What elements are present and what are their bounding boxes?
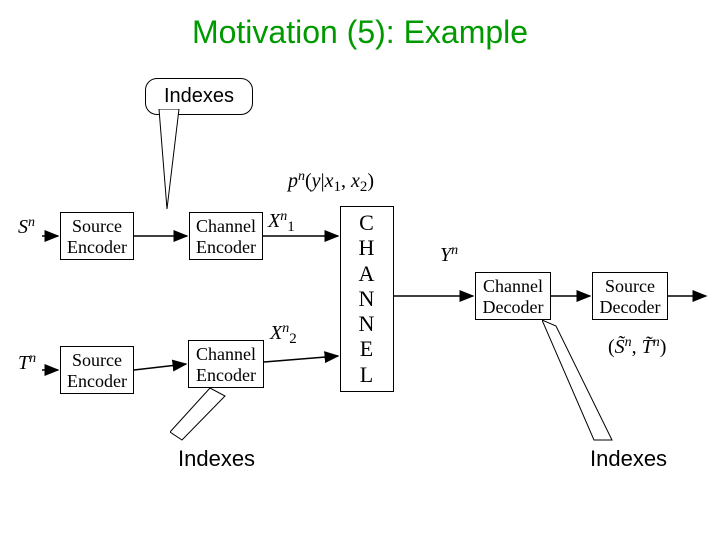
label-X1n: Xn1 xyxy=(268,210,295,233)
channel-encoder-1: ChannelEncoder xyxy=(189,212,263,260)
channel-box: CHANNEL xyxy=(340,206,394,392)
callout-indexes-bottom-left: Indexes xyxy=(160,440,273,478)
label-conditional: pn(y|x1, x2) xyxy=(288,170,374,193)
page-title: Motivation (5): Example xyxy=(0,14,720,51)
label-Sn: Sn xyxy=(18,216,35,239)
label-output: (S̃n, T̃n) xyxy=(608,336,666,359)
callout-tail-bottom-left xyxy=(170,388,230,444)
label-X2n: Xn2 xyxy=(270,322,297,345)
source-encoder-2: SourceEncoder xyxy=(60,346,134,394)
label-Tn: Tn xyxy=(18,352,36,375)
callout-indexes-bottom-right: Indexes xyxy=(572,440,685,478)
channel-encoder-2: ChannelEncoder xyxy=(188,340,264,388)
channel-decoder: ChannelDecoder xyxy=(475,272,551,320)
label-Yn: Yn xyxy=(440,244,458,267)
source-decoder: SourceDecoder xyxy=(592,272,668,320)
source-encoder-1: SourceEncoder xyxy=(60,212,134,260)
callout-tail-top xyxy=(149,109,189,217)
